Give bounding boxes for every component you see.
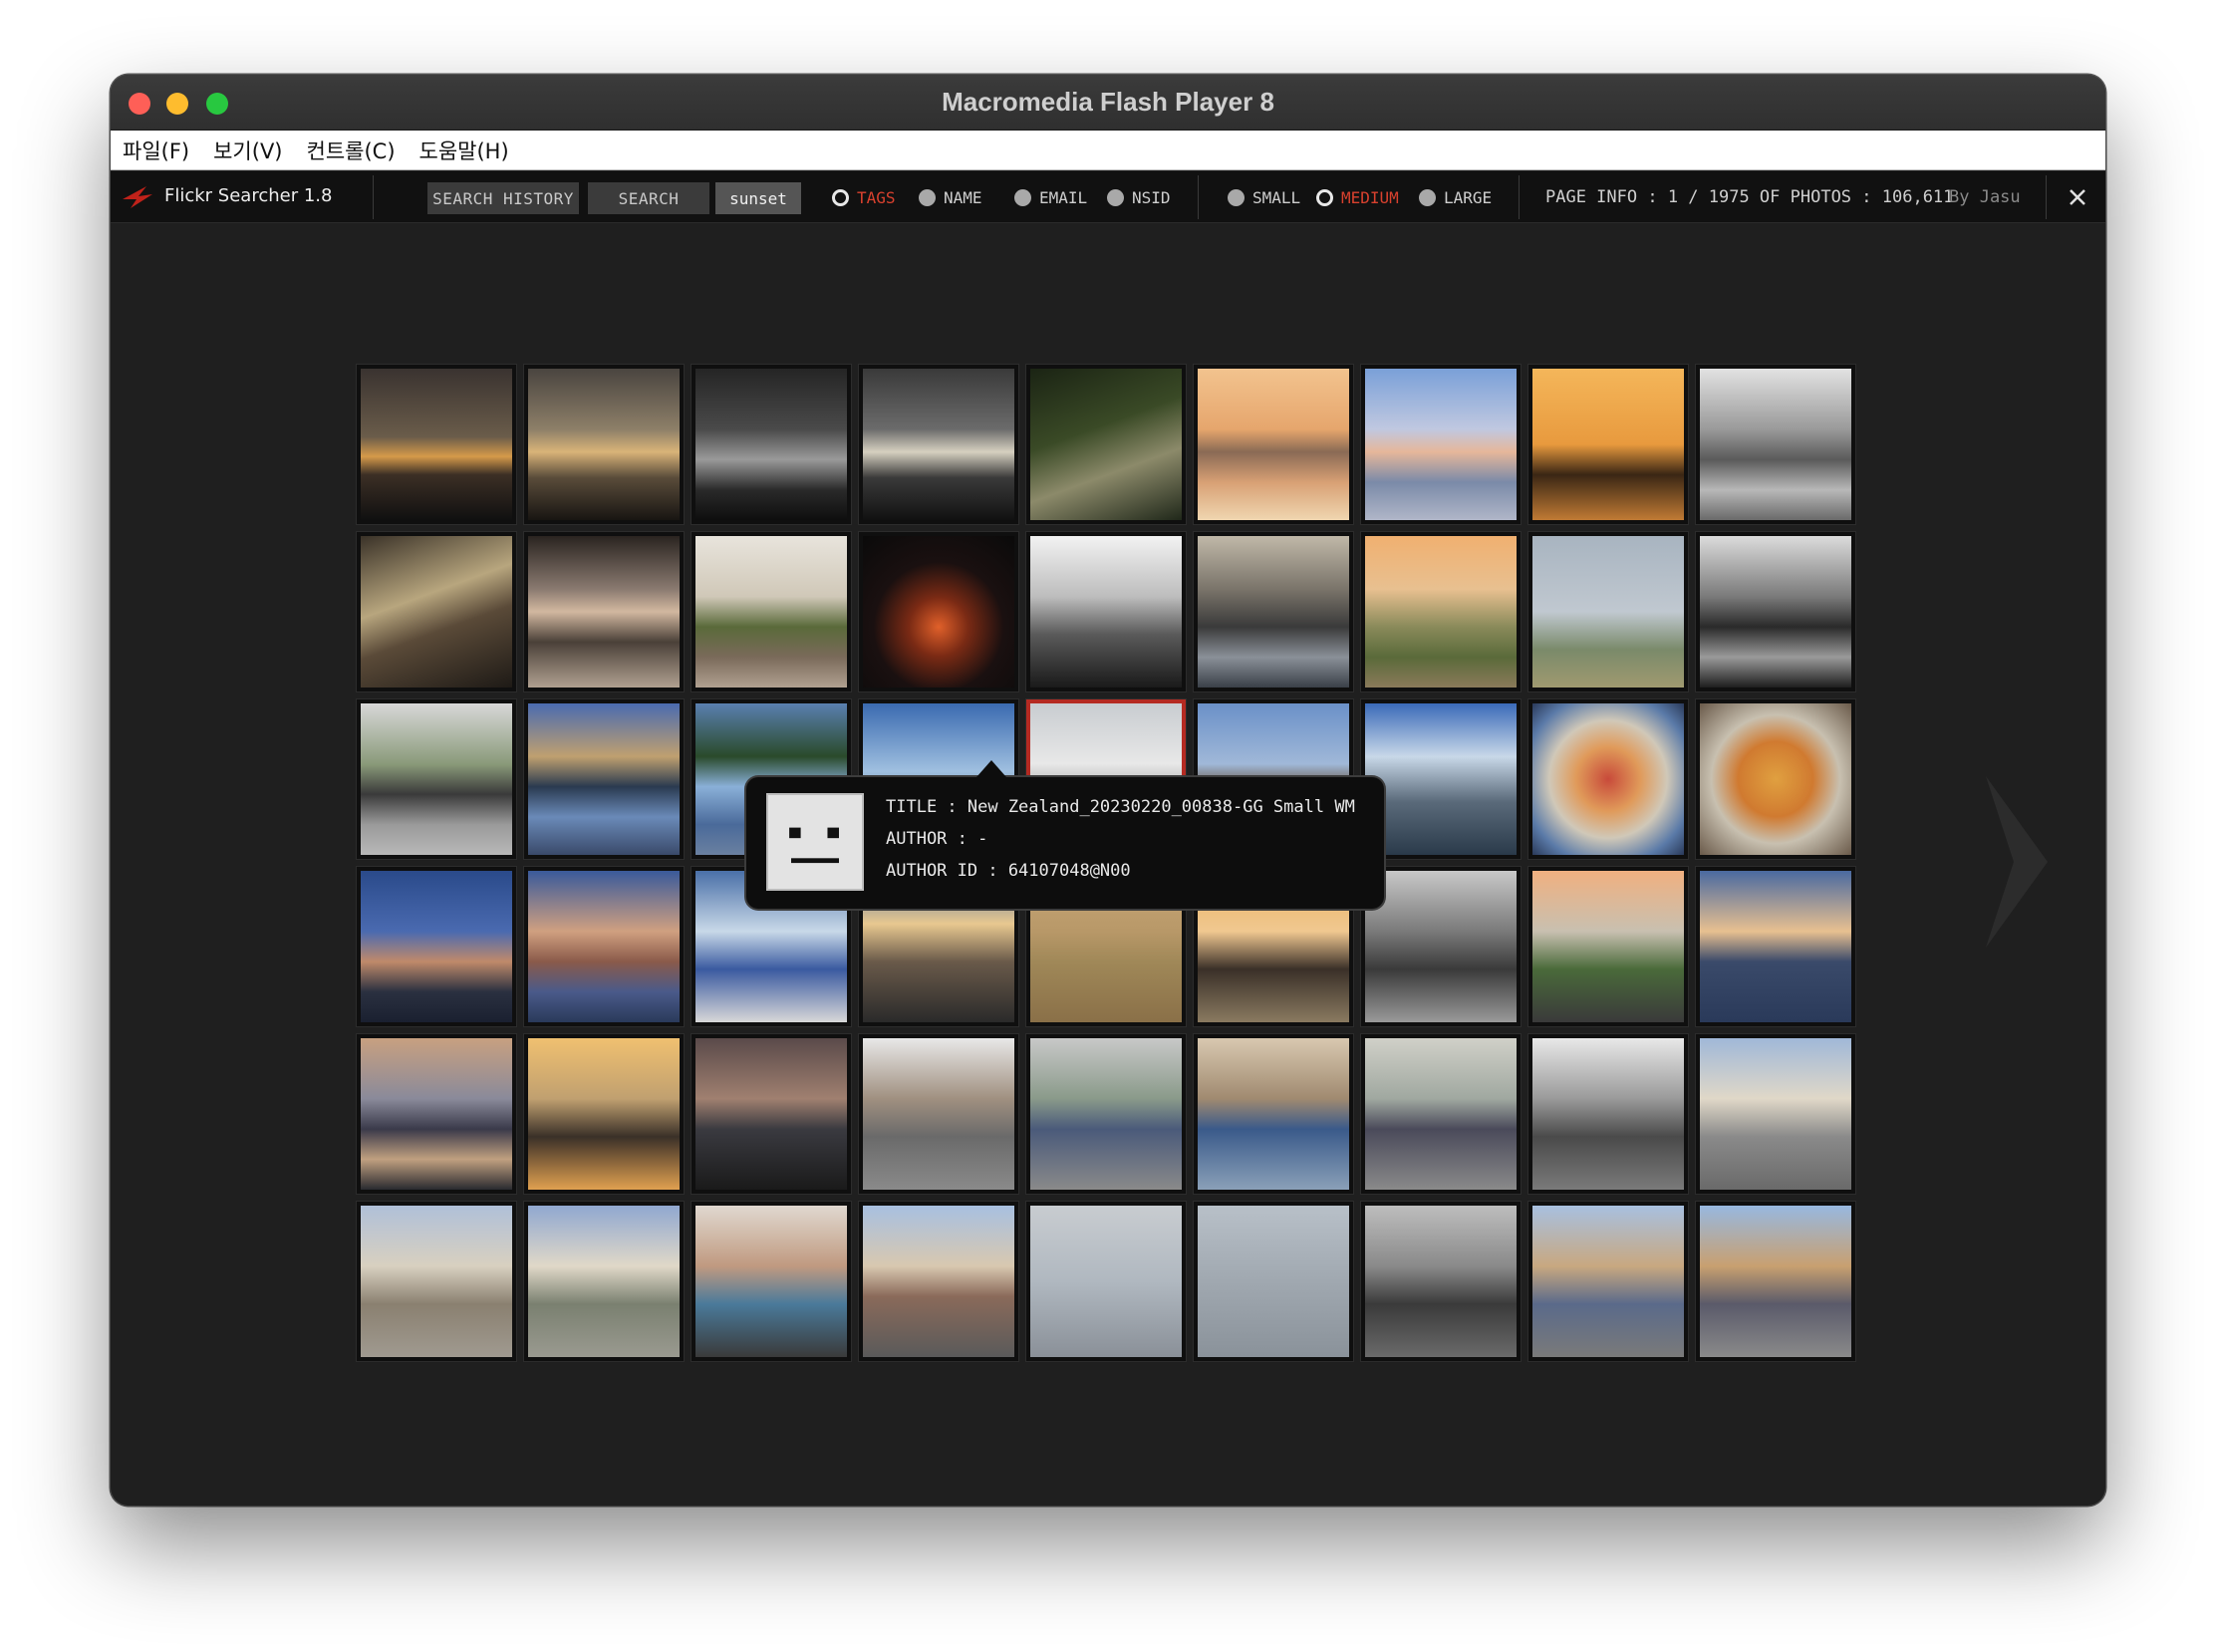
photo-thumbnail[interactable] [357, 867, 516, 1026]
photo-thumbnail[interactable] [859, 532, 1018, 691]
photo-thumbnail[interactable] [692, 1202, 851, 1361]
photo-thumbnail[interactable] [1361, 867, 1521, 1026]
flickr-searcher-logo-icon [123, 186, 152, 208]
radio-email-label: EMAIL [1039, 188, 1088, 207]
photo-thumbnail[interactable] [1696, 365, 1855, 524]
page-info: PAGE INFO : 1 / 1975 OF PHOTOS : 106,611 [1545, 187, 1954, 207]
radio-icon [1014, 189, 1031, 206]
radio-medium[interactable]: MEDIUM [1316, 188, 1399, 207]
photo-thumbnail[interactable] [859, 1202, 1018, 1361]
photo-thumbnail[interactable] [1696, 1202, 1855, 1361]
photo-thumbnail[interactable] [357, 1202, 516, 1361]
radio-small-label: SMALL [1252, 188, 1301, 207]
photo-thumbnail[interactable] [524, 532, 684, 691]
photo-thumbnail[interactable] [1194, 532, 1353, 691]
photo-thumbnail[interactable] [1026, 532, 1186, 691]
photo-tooltip: TITLE : New Zealand_20230220_00838-GG Sm… [746, 760, 1384, 909]
tooltip-author-id: AUTHOR ID : 64107048@N00 [886, 861, 1131, 881]
radio-icon [832, 189, 849, 206]
radio-nsid-label: NSID [1132, 188, 1171, 207]
window-title: Macromedia Flash Player 8 [942, 87, 1274, 117]
author-avatar-icon [766, 793, 864, 891]
title-bar[interactable]: Macromedia Flash Player 8 [111, 75, 2105, 131]
photo-thumbnail[interactable] [692, 532, 851, 691]
radio-icon [1228, 189, 1245, 206]
photo-thumbnail[interactable] [1696, 699, 1855, 859]
photo-thumbnail[interactable] [859, 1034, 1018, 1194]
photo-thumbnail[interactable] [524, 1034, 684, 1194]
photo-thumbnail[interactable] [1528, 1034, 1688, 1194]
tooltip-author: AUTHOR : - [886, 829, 988, 849]
photo-thumbnail[interactable] [1361, 532, 1521, 691]
radio-name[interactable]: NAME [919, 188, 982, 207]
search-button[interactable]: SEARCH [588, 182, 709, 214]
photo-thumbnail[interactable] [1528, 699, 1688, 859]
radio-nsid[interactable]: NSID [1107, 188, 1171, 207]
radio-medium-label: MEDIUM [1341, 188, 1399, 207]
photo-thumbnail[interactable] [1026, 1202, 1186, 1361]
photo-thumbnail[interactable] [1696, 867, 1855, 1026]
photo-thumbnail[interactable] [1361, 365, 1521, 524]
search-history-button[interactable]: SEARCH HISTORY [427, 182, 579, 214]
photo-thumbnail[interactable] [1361, 1202, 1521, 1361]
divider [1198, 175, 1199, 219]
menu-help[interactable]: 도움말(H) [419, 136, 509, 165]
tooltip-pointer [976, 760, 1006, 777]
radio-large-label: LARGE [1444, 188, 1493, 207]
radio-tags-label: TAGS [857, 188, 896, 207]
photo-thumbnail[interactable] [1026, 365, 1186, 524]
radio-icon [1107, 189, 1124, 206]
photo-thumbnail[interactable] [1026, 1034, 1186, 1194]
close-icon[interactable] [2064, 183, 2091, 211]
photo-thumbnail[interactable] [692, 1034, 851, 1194]
next-page-arrow-icon[interactable] [1982, 772, 2052, 952]
radio-icon [919, 189, 936, 206]
photo-thumbnail[interactable] [1528, 1202, 1688, 1361]
photo-thumbnail[interactable] [524, 867, 684, 1026]
search-input[interactable] [715, 182, 801, 214]
photo-thumbnail[interactable] [1361, 699, 1521, 859]
radio-tags[interactable]: TAGS [832, 188, 896, 207]
photo-thumbnail[interactable] [524, 699, 684, 859]
by-author: By Jasu [1949, 187, 2021, 207]
menu-view[interactable]: 보기(V) [213, 136, 282, 165]
divider [2046, 175, 2047, 219]
photo-thumbnail[interactable] [1194, 1034, 1353, 1194]
photo-thumbnail[interactable] [692, 365, 851, 524]
radio-large[interactable]: LARGE [1419, 188, 1492, 207]
photo-thumbnail[interactable] [524, 365, 684, 524]
divider [1519, 175, 1520, 219]
app-window: Macromedia Flash Player 8 파일(F) 보기(V) 컨트… [111, 75, 2105, 1506]
tooltip-title: TITLE : New Zealand_20230220_00838-GG Sm… [886, 797, 1355, 817]
photo-thumbnail[interactable] [1528, 867, 1688, 1026]
radio-name-label: NAME [944, 188, 982, 207]
radio-email[interactable]: EMAIL [1014, 188, 1087, 207]
menu-file[interactable]: 파일(F) [123, 136, 189, 165]
photo-thumbnail[interactable] [1361, 1034, 1521, 1194]
app-name: Flickr Searcher 1.8 [164, 185, 333, 206]
photo-thumbnail[interactable] [357, 532, 516, 691]
photo-thumbnail[interactable] [524, 1202, 684, 1361]
photo-thumbnail[interactable] [357, 365, 516, 524]
photo-thumbnail[interactable] [1696, 532, 1855, 691]
divider [373, 175, 374, 219]
radio-small[interactable]: SMALL [1228, 188, 1300, 207]
menu-control[interactable]: 컨트롤(C) [307, 136, 396, 165]
photo-thumbnail[interactable] [859, 365, 1018, 524]
photo-thumbnail[interactable] [1194, 1202, 1353, 1361]
photo-thumbnail[interactable] [1528, 532, 1688, 691]
photo-thumbnail[interactable] [357, 1034, 516, 1194]
radio-icon [1316, 189, 1333, 206]
app-toolbar: Flickr Searcher 1.8 SEARCH HISTORY SEARC… [111, 171, 2105, 223]
photo-thumbnail[interactable] [357, 699, 516, 859]
photo-thumbnail[interactable] [1696, 1034, 1855, 1194]
radio-icon [1419, 189, 1436, 206]
photo-thumbnail[interactable] [1528, 365, 1688, 524]
photo-thumbnail[interactable] [1194, 365, 1353, 524]
menu-bar: 파일(F) 보기(V) 컨트롤(C) 도움말(H) [111, 131, 2105, 170]
